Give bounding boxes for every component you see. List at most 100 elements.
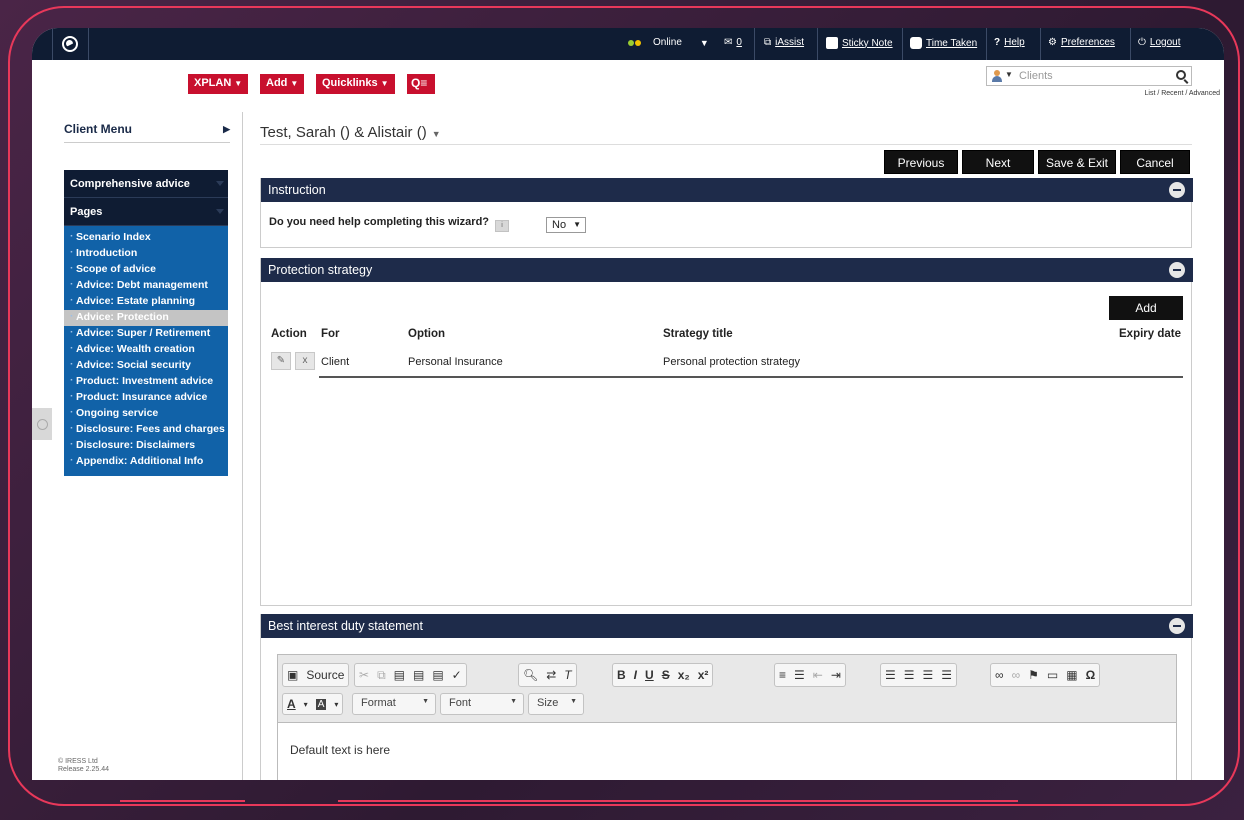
rich-text-editor[interactable]: ▣ Source ✂ ⧉ ▤ ▤ ▤ ✓ 🔍︎ ⇄ T B I U Sx₂ x² ≡ ☰ ⇤ ⇥ ☰ ☰ ☰ ☰ xyxy=(277,654,1177,780)
unlink-icon[interactable]: ∞ xyxy=(1012,668,1021,682)
justify-icon[interactable]: ☰ xyxy=(941,668,952,682)
align-right-icon[interactable]: ☰ xyxy=(923,668,934,682)
mail-button[interactable]: ✉ 0 xyxy=(724,37,742,48)
sidebar-item-scope-of-advice[interactable]: Scope of advice xyxy=(64,262,228,278)
special-char-icon[interactable]: Ω xyxy=(1086,668,1096,682)
status-green-icon xyxy=(628,39,634,46)
sidebar-item-insurance-advice[interactable]: Product: Insurance advice xyxy=(64,390,228,406)
pages-header[interactable]: Pages xyxy=(64,198,228,226)
collapse-icon[interactable] xyxy=(1169,182,1185,198)
numbered-list-icon[interactable]: ≡ xyxy=(779,668,786,682)
find-icon[interactable]: 🔍︎ xyxy=(523,668,538,682)
spellcheck-icon[interactable]: ✓ xyxy=(452,668,462,682)
section-header: Instruction xyxy=(261,178,1193,202)
xplan-menu-button[interactable]: XPLAN ▼ xyxy=(188,74,249,94)
quicklinks-label: Quicklinks xyxy=(322,77,378,89)
copy-icon[interactable]: ⧉ xyxy=(377,668,386,683)
sidebar-collapse-handle[interactable] xyxy=(32,408,52,440)
divider xyxy=(260,144,1192,145)
logout-button[interactable]: ⏻ Logout xyxy=(1138,37,1181,48)
link-icon[interactable]: ∞ xyxy=(995,668,1004,682)
bold-icon[interactable]: B xyxy=(617,668,626,682)
iassist-icon: ⧉ xyxy=(764,37,772,48)
help-button[interactable]: ? Help xyxy=(994,37,1025,48)
delete-icon[interactable]: x xyxy=(295,352,315,370)
next-button[interactable]: Next xyxy=(962,150,1034,174)
quick-search-button[interactable]: Q≡ xyxy=(407,74,435,94)
chevron-down-icon: ▼ xyxy=(570,698,577,705)
sidebar-item-disclaimers[interactable]: Disclosure: Disclaimers xyxy=(64,438,228,454)
indent-icon[interactable]: ⇥ xyxy=(831,668,841,682)
anchor-flag-icon[interactable]: ⚑ xyxy=(1028,668,1039,682)
superscript-icon[interactable]: x² xyxy=(698,668,709,682)
outdent-icon[interactable]: ⇤ xyxy=(813,668,823,682)
format-select[interactable]: Format ▼ xyxy=(352,693,436,715)
quicklinks-menu-button[interactable]: Quicklinks ▼ xyxy=(316,74,395,94)
frame-accent-line xyxy=(676,6,736,8)
remove-format-icon[interactable]: T xyxy=(564,668,571,682)
chevron-down-icon[interactable]: ▼ xyxy=(432,129,441,139)
collapse-icon[interactable] xyxy=(1169,262,1185,278)
person-icon[interactable] xyxy=(992,70,1002,82)
client-title-text: Test, Sarah () & Alistair () xyxy=(260,124,427,141)
online-status[interactable]: Online ▼ xyxy=(628,37,709,48)
image-icon[interactable]: ▭ xyxy=(1047,668,1058,682)
sidebar-item-scenario-index[interactable]: Scenario Index xyxy=(64,230,228,246)
preferences-button[interactable]: ⚙ Preferences xyxy=(1048,37,1115,48)
italic-icon[interactable]: I xyxy=(634,668,637,682)
search-links[interactable]: List / Recent / Advanced xyxy=(1145,90,1221,97)
client-menu[interactable]: Client Menu ▶ xyxy=(64,122,230,136)
cancel-button[interactable]: Cancel xyxy=(1120,150,1190,174)
edit-icon[interactable]: ✎ xyxy=(271,352,291,370)
source-button[interactable]: ▣ Source xyxy=(282,663,350,687)
add-menu-button[interactable]: Add ▼ xyxy=(260,74,305,94)
bg-color-icon[interactable]: A xyxy=(315,698,327,710)
client-title[interactable]: Test, Sarah () & Alistair () ▼ xyxy=(260,124,441,141)
sidebar-item-wealth-creation[interactable]: Advice: Wealth creation xyxy=(64,342,228,358)
strikethrough-icon[interactable]: S xyxy=(662,668,670,682)
sidebar-item-investment-advice[interactable]: Product: Investment advice xyxy=(64,374,228,390)
subscript-icon[interactable]: x₂ xyxy=(678,668,690,682)
section-header[interactable]: Comprehensive advice xyxy=(64,170,228,198)
paste-text-icon[interactable]: ▤ xyxy=(413,668,424,682)
sidebar-item-estate-planning[interactable]: Advice: Estate planning xyxy=(64,294,228,310)
sidebar-item-fees-and-charges[interactable]: Disclosure: Fees and charges xyxy=(64,422,228,438)
time-taken-button[interactable]: Time Taken xyxy=(910,37,977,49)
text-color-button[interactable]: A ▾ A ▾ xyxy=(282,693,344,715)
replace-icon[interactable]: ⇄ xyxy=(546,668,556,682)
font-select[interactable]: Font ▼ xyxy=(440,693,524,715)
search-icon[interactable] xyxy=(1176,70,1186,80)
bullet-list-icon[interactable]: ☰ xyxy=(794,668,805,682)
sticky-note-button[interactable]: Sticky Note xyxy=(826,37,893,49)
table-icon[interactable]: ▦ xyxy=(1066,668,1077,682)
sidebar-item-introduction[interactable]: Introduction xyxy=(64,246,228,262)
chevron-down-icon[interactable]: ▼ xyxy=(700,38,709,48)
sidebar-item-protection[interactable]: Advice: Protection xyxy=(64,310,228,326)
align-left-icon[interactable]: ☰ xyxy=(885,668,896,682)
column-header: For xyxy=(321,328,340,340)
frame-accent-line xyxy=(240,6,490,8)
underline-icon[interactable]: U xyxy=(645,668,654,682)
sidebar-item-social-security[interactable]: Advice: Social security xyxy=(64,358,228,374)
align-center-icon[interactable]: ☰ xyxy=(904,668,915,682)
info-icon[interactable]: i xyxy=(495,220,509,232)
globe-icon[interactable] xyxy=(62,36,78,52)
cut-icon[interactable]: ✂ xyxy=(359,668,369,682)
collapse-icon[interactable] xyxy=(1169,618,1185,634)
save-exit-button[interactable]: Save & Exit xyxy=(1038,150,1116,174)
sidebar-item-ongoing-service[interactable]: Ongoing service xyxy=(64,406,228,422)
copyright-text: © IRESS Ltd xyxy=(58,758,98,765)
chevron-down-icon[interactable]: ▼ xyxy=(1005,70,1013,79)
sidebar-item-additional-info[interactable]: Appendix: Additional Info xyxy=(64,454,228,470)
paste-word-icon[interactable]: ▤ xyxy=(432,668,443,682)
previous-button[interactable]: Previous xyxy=(884,150,958,174)
iassist-button[interactable]: ⧉ iAssist xyxy=(764,37,804,48)
editor-content[interactable]: Default text is here xyxy=(290,743,390,757)
sidebar-item-debt-management[interactable]: Advice: Debt management xyxy=(64,278,228,294)
help-select[interactable]: No ▼ xyxy=(546,217,586,233)
sidebar-item-super-retirement[interactable]: Advice: Super / Retirement xyxy=(64,326,228,342)
client-search-input[interactable]: ▼ Clients xyxy=(986,66,1192,86)
paste-icon[interactable]: ▤ xyxy=(394,668,405,682)
size-select[interactable]: Size ▼ xyxy=(528,693,584,715)
add-strategy-button[interactable]: Add xyxy=(1109,296,1183,320)
